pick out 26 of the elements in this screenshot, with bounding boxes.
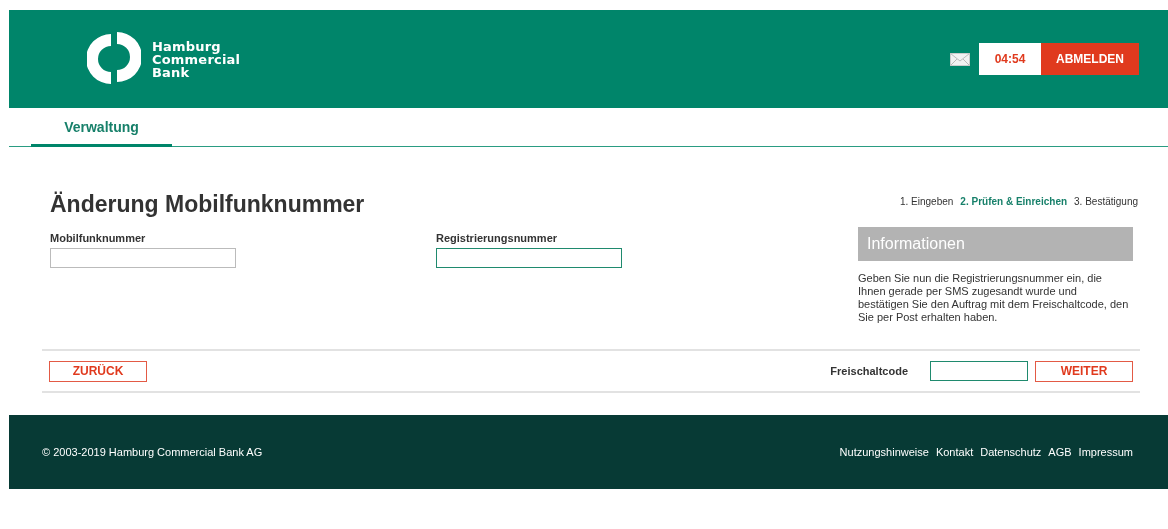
footer-link[interactable]: Impressum <box>1078 446 1133 458</box>
session-timer: 04:54 <box>979 43 1041 75</box>
input-field[interactable] <box>436 248 622 268</box>
footer-link[interactable]: Nutzungshinweise <box>839 446 929 458</box>
step-indicator: 2. Prüfen & Einreichen <box>960 196 1068 207</box>
footer-link[interactable]: Datenschutz <box>980 446 1042 458</box>
step-indicator: 3. Bestätigung <box>1074 196 1138 207</box>
input-field[interactable] <box>930 361 1028 381</box>
footer-link[interactable]: Kontakt <box>935 446 974 458</box>
logo-text: Hamburg Commercial Bank <box>152 39 241 79</box>
field-label: Registrierungsnummer <box>436 232 559 244</box>
copyright-text: © 2003-2019 Hamburg Commercial Bank AG <box>42 446 263 458</box>
field-label: Mobilfunknummer <box>50 232 147 244</box>
footer-link[interactable]: AGB <box>1048 446 1072 458</box>
page-title: Änderung Mobilfunknummer <box>50 191 366 218</box>
step-indicator: 1. Eingeben <box>899 196 954 207</box>
nav-tab[interactable]: Verwaltung <box>31 108 172 147</box>
logout-button[interactable]: ABMELDEN <box>1041 43 1139 75</box>
field-label: Freischaltcode <box>830 365 908 377</box>
back-button[interactable]: ZURÜCK <box>49 360 147 382</box>
envelope-icon[interactable] <box>950 52 970 66</box>
info-heading: Informationen <box>858 227 1133 261</box>
logo-icon <box>87 32 141 86</box>
info-text: Geben Sie nun die Registrierungsnummer ein, die Ihnen gerade per SMS zugesandt wurde und bestätigen Sie den Auftrag mit dem Freischaltcode, den Sie per Post erhalten haben. <box>858 272 1130 324</box>
input-field[interactable] <box>50 248 236 268</box>
next-button[interactable]: WEITER <box>1035 360 1133 382</box>
